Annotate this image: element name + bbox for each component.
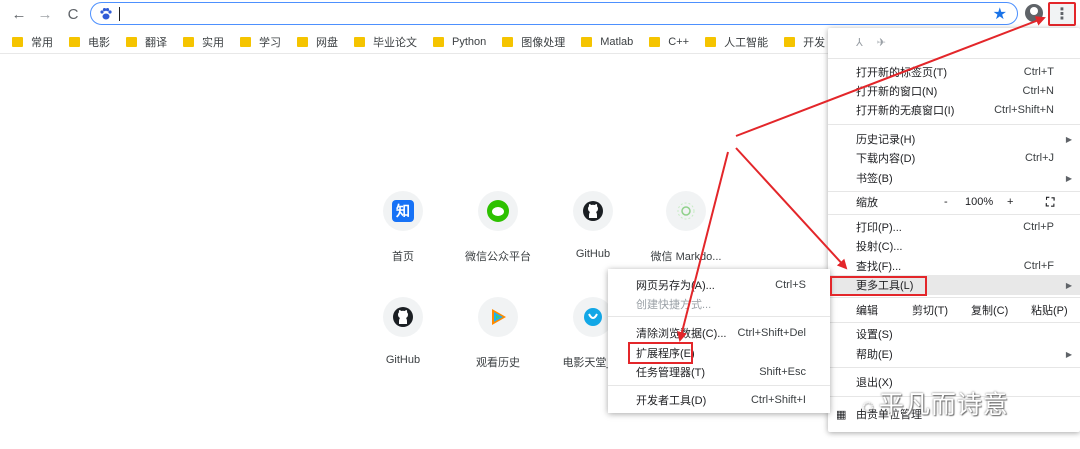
arrow-to-menu-button [735, 16, 1046, 137]
watermark: ◌ 平凡而诗意 [862, 391, 1009, 419]
wechat-watermark-icon: ◌ [862, 396, 875, 418]
arrow-to-more-tools [735, 147, 848, 270]
arrow-to-extensions [677, 151, 729, 342]
annotation-arrows [677, 16, 1046, 342]
